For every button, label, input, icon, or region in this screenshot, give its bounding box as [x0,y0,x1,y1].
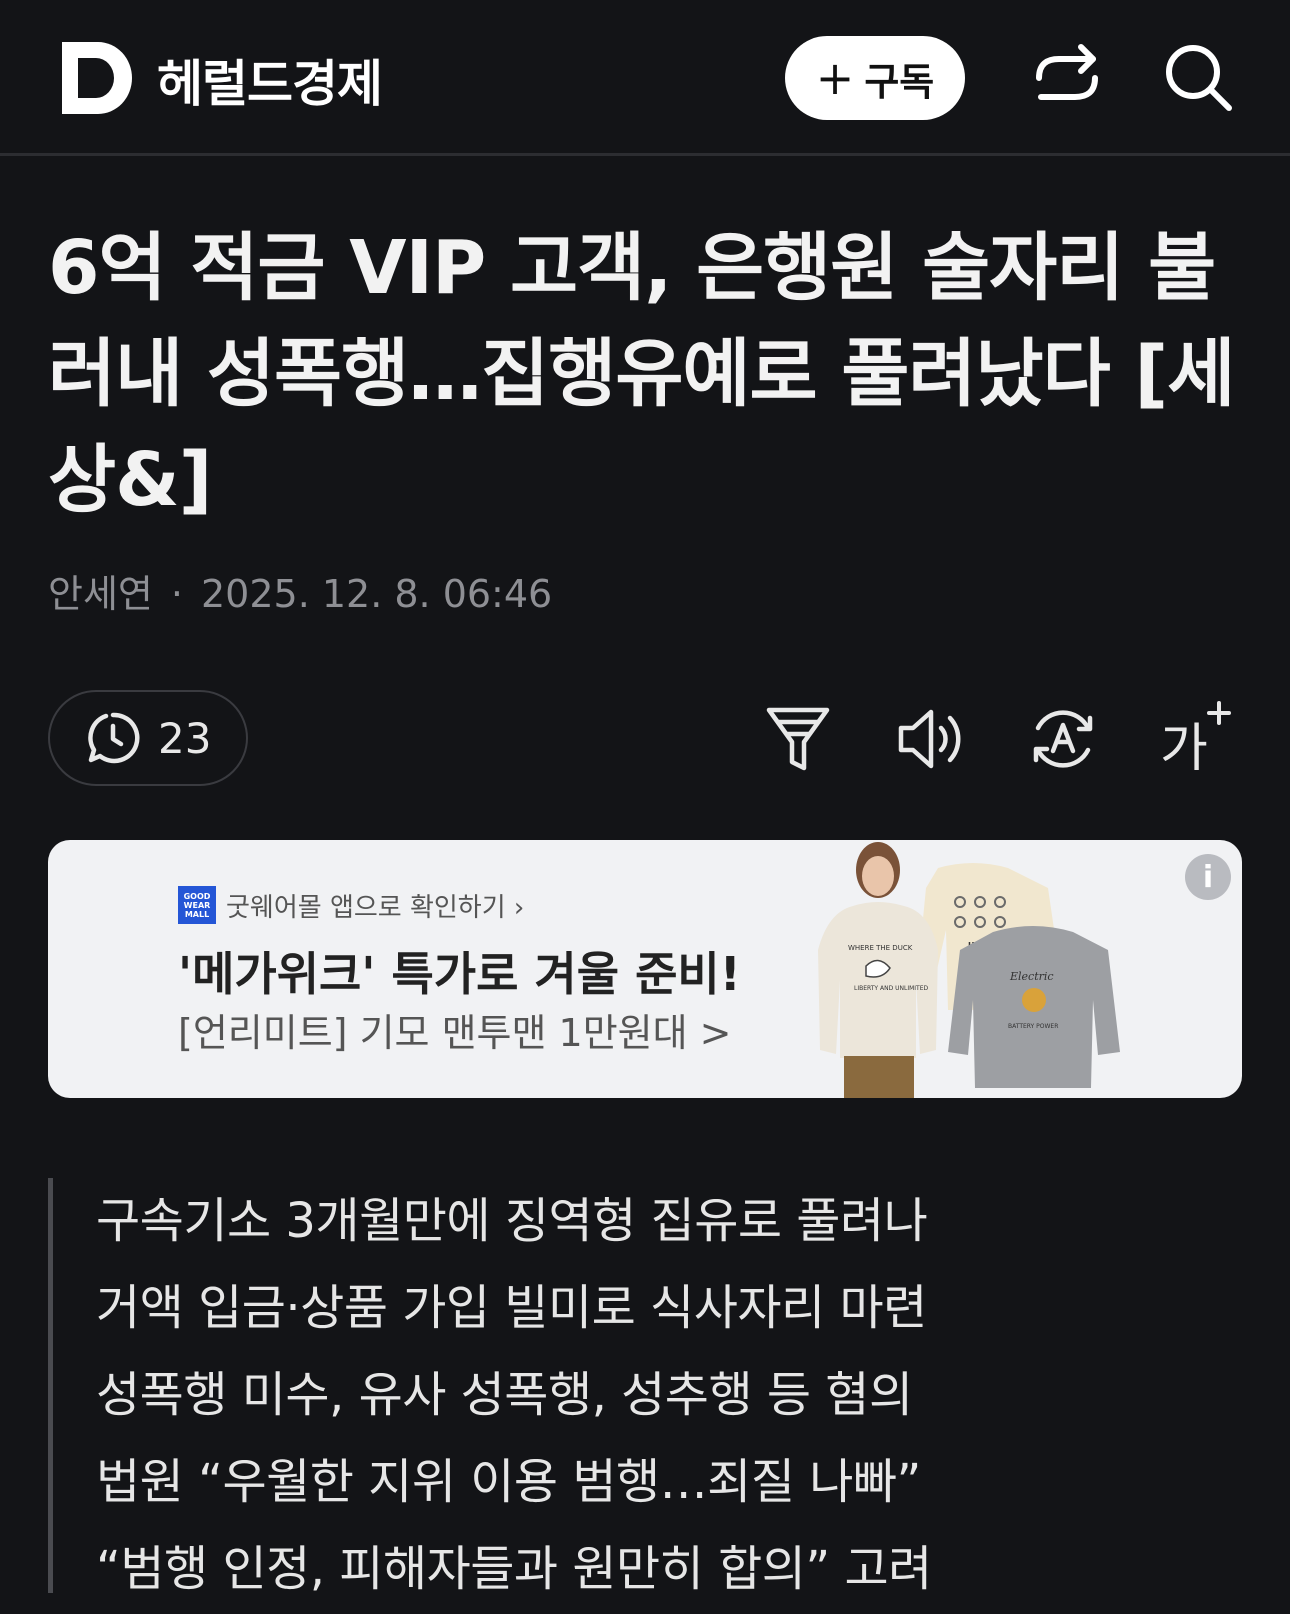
svg-text:Electric: Electric [1009,970,1054,983]
ad-brand-text: 굿웨어몰 앱으로 확인하기 › [226,892,525,923]
publish-date: 2025. 12. 8. 06:46 [200,572,553,616]
brand-name[interactable]: 헤럴드경제 [157,44,383,116]
article-summary: 구속기소 3개월만에 징역형 집유로 풀려나 거액 입금·상품 가입 빌미로 식… [48,1178,1048,1597]
svg-text:WHERE THE DUCK: WHERE THE DUCK [848,944,913,952]
translate-icon[interactable] [1028,704,1098,774]
ad-subline: [언리미트] 기모 맨투맨 1만원대 > [178,1011,732,1055]
article-title: 6억 적금 VIP 고객, 은행원 술자리 불러내 성폭행…집행유예로 풀려났다… [48,225,1235,523]
ad-banner[interactable]: GOOD WEAR MALL 굿웨어몰 앱으로 확인하기 › '메가위크' 특가… [48,840,1242,1098]
top-bar: 헤럴드경제 + 구독 [0,0,1290,156]
ad-product-image: ULTD. Electric BATTERY POWER WHERE THE D… [818,842,1120,1098]
subscribe-label: 구독 [864,59,935,104]
article-meta: 안세연 · 2025. 12. 8. 06:46 [48,563,552,618]
summary-line: “범행 인정, 피해자들과 원만히 합의” 고려 [96,1541,932,1597]
ad-info-icon[interactable]: i [1185,854,1231,900]
font-size-button[interactable]: 가 [1160,700,1232,780]
speaker-icon[interactable] [895,704,965,774]
summary-line: 구속기소 3개월만에 징역형 집유로 풀려나 [96,1193,928,1249]
comment-count: 23 [158,713,212,763]
author-name[interactable]: 안세연 [48,572,153,616]
goodwear-logo: GOOD WEAR MALL [178,886,216,924]
ad-headline: '메가위크' 특가로 겨울 준비! [178,947,741,1001]
summary-line: 법원 “우월한 지위 이용 범행…죄질 나빠” [96,1454,921,1510]
subscribe-button[interactable]: + 구독 [785,36,965,120]
plus-icon: + [815,51,855,105]
summary-line: 성폭행 미수, 유사 성폭행, 성추행 등 혐의 [96,1367,913,1423]
filter-icon[interactable] [763,704,833,774]
svg-text:BATTERY POWER: BATTERY POWER [1008,1023,1058,1030]
meta-separator: · [170,572,183,616]
plus-icon [1207,701,1231,725]
font-size-label: 가 [1160,719,1208,779]
share-icon[interactable] [1031,42,1103,114]
logo-icon[interactable] [62,42,132,114]
summary-line: 거액 입금·상품 가입 빌미로 식사자리 마련 [96,1280,927,1336]
comment-button[interactable]: 23 [48,690,248,786]
comment-icon [88,712,140,764]
ad-brand-link[interactable]: GOOD WEAR MALL 굿웨어몰 앱으로 확인하기 › [178,886,524,924]
svg-text:LIBERTY AND UNLIMITED: LIBERTY AND UNLIMITED [854,985,929,992]
search-icon[interactable] [1163,42,1235,114]
